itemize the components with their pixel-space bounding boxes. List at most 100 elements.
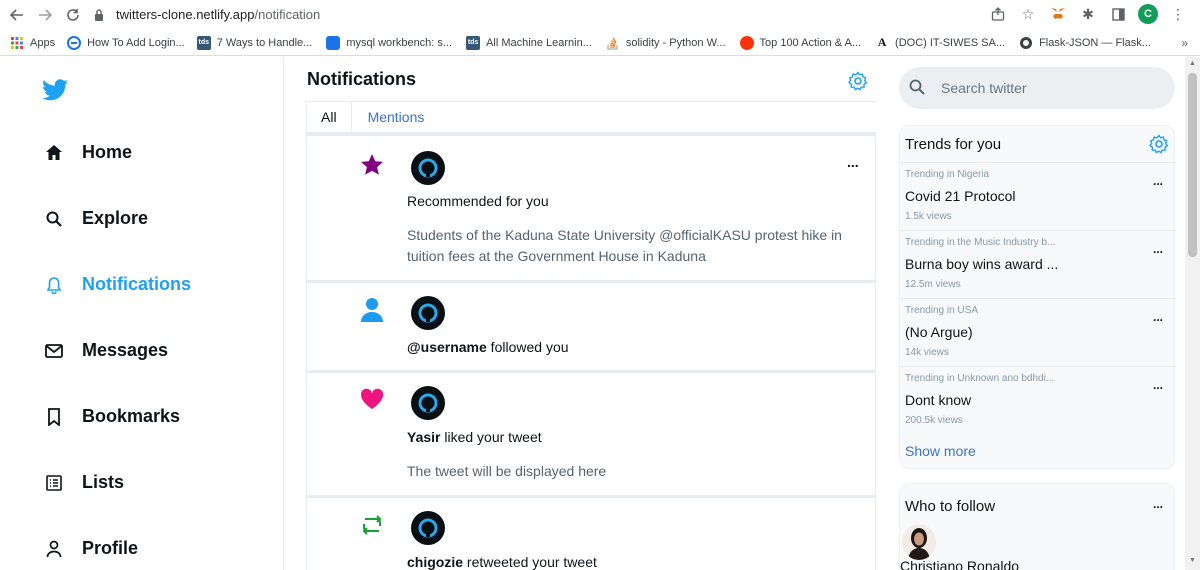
toolbar-actions: ☆ ✱ C ⋮ bbox=[988, 4, 1200, 24]
trends-settings-gear-icon[interactable] bbox=[1149, 134, 1169, 154]
mysql-favicon-icon bbox=[326, 35, 341, 50]
scroll-down-arrow-icon[interactable]: ▼ bbox=[1188, 557, 1197, 566]
avatar[interactable] bbox=[902, 524, 936, 560]
sidebar-item-profile[interactable]: Profile bbox=[44, 538, 138, 559]
right-column: Search twitter Trends for you Trending i… bbox=[899, 57, 1176, 570]
sidebar-item-notifications[interactable]: Notifications bbox=[44, 274, 191, 295]
avatar[interactable] bbox=[411, 511, 445, 545]
trend-more-button[interactable]: ... bbox=[1153, 378, 1163, 392]
notification-tabs: All Mentions bbox=[306, 101, 876, 134]
trend-more-button[interactable]: ... bbox=[1153, 242, 1163, 256]
person-icon bbox=[359, 297, 385, 323]
bookmark-top-100-action[interactable]: Top 100 Action & A... bbox=[739, 35, 861, 50]
show-more-link[interactable]: Show more bbox=[905, 443, 976, 459]
academia-favicon-icon: A bbox=[877, 35, 887, 49]
notification-text: Recommended for you bbox=[407, 193, 549, 209]
bookmark-apps[interactable]: Apps bbox=[10, 36, 55, 50]
twitter-logo-icon[interactable] bbox=[42, 79, 68, 101]
heart-icon bbox=[359, 386, 385, 412]
settings-gear-icon[interactable] bbox=[848, 71, 868, 91]
trend-item[interactable]: Trending in Unknown ano bdhdi... Dont kn… bbox=[900, 366, 1176, 434]
trend-context: Trending in the Music Industry b... bbox=[905, 237, 1056, 248]
who-to-follow-title: Who to follow bbox=[905, 498, 996, 515]
sidebar-item-lists[interactable]: Lists bbox=[44, 472, 124, 493]
scrollbar-thumb[interactable] bbox=[1188, 73, 1197, 257]
url-path: /notification bbox=[254, 7, 321, 22]
sidebar-item-label: Explore bbox=[82, 208, 149, 228]
trend-name: Dont know bbox=[905, 392, 972, 408]
username[interactable]: Yasir bbox=[407, 429, 440, 445]
avatar[interactable] bbox=[411, 296, 445, 330]
notification-item[interactable]: Recommended for you Students of the Kadu… bbox=[306, 134, 876, 281]
bookmark-solidity-python[interactable]: solidity - Python W... bbox=[606, 36, 726, 50]
avatar[interactable] bbox=[411, 151, 445, 185]
bookmark-how-to-add-login[interactable]: How To Add Login... bbox=[67, 35, 185, 50]
bookmark-7-ways[interactable]: tds 7 Ways to Handle... bbox=[196, 35, 312, 50]
sidebar-item-explore[interactable]: Explore bbox=[44, 208, 148, 229]
tab-all[interactable]: All bbox=[306, 102, 352, 133]
search-input[interactable]: Search twitter bbox=[899, 67, 1175, 109]
notification-item[interactable]: Yasir liked your tweet The tweet will be… bbox=[306, 371, 876, 496]
more-bookmarks-button[interactable]: » bbox=[1181, 36, 1188, 50]
trend-item[interactable]: Trending in Nigeria Covid 21 Protocol 1.… bbox=[900, 162, 1176, 230]
profile-avatar[interactable]: C bbox=[1138, 4, 1158, 24]
more-options-button[interactable]: ... bbox=[847, 154, 859, 170]
star-bookmark-icon[interactable]: ☆ bbox=[1018, 4, 1038, 24]
trend-more-button[interactable]: ... bbox=[1153, 174, 1163, 188]
follow-more-button[interactable]: ... bbox=[1153, 497, 1163, 511]
bookmark-favicon-icon bbox=[67, 35, 82, 50]
tab-mentions[interactable]: Mentions bbox=[352, 102, 435, 133]
suggested-user-name[interactable]: Christiano Ronaldo bbox=[900, 558, 1019, 570]
search-placeholder: Search twitter bbox=[941, 80, 1027, 96]
trend-item[interactable]: Trending in USA (No Argue) 14k views ... bbox=[900, 298, 1176, 366]
search-icon bbox=[44, 209, 64, 229]
trend-views: 14k views bbox=[905, 347, 949, 358]
flask-favicon-icon bbox=[1019, 36, 1033, 50]
notification-text: Yasir liked your tweet bbox=[407, 429, 542, 445]
avatar[interactable] bbox=[411, 386, 445, 420]
notification-text: chigozie retweeted your tweet bbox=[407, 554, 597, 570]
sidebar-item-label: Messages bbox=[82, 340, 169, 360]
bookmark-it-siwes[interactable]: A (DOC) IT-SIWES SA... bbox=[875, 35, 1005, 50]
sidebar-item-messages[interactable]: Messages bbox=[44, 340, 168, 361]
scroll-up-arrow-icon[interactable]: ▲ bbox=[1188, 60, 1197, 69]
sidebar-item-home[interactable]: Home bbox=[44, 142, 132, 163]
extensions-puzzle-icon[interactable]: ✱ bbox=[1078, 4, 1098, 24]
page-scrollbar[interactable]: ▲ ▼ bbox=[1185, 57, 1200, 570]
page-title: Notifications bbox=[307, 69, 417, 89]
trend-views: 12.5m views bbox=[905, 279, 961, 290]
trend-views: 1.5k views bbox=[905, 211, 952, 222]
username[interactable]: chigozie bbox=[407, 554, 463, 570]
metamask-extension-icon[interactable] bbox=[1048, 4, 1068, 24]
sidebar-item-label: Profile bbox=[82, 538, 139, 558]
address-bar[interactable]: twitters-clone.netlify.app/notification bbox=[92, 3, 1102, 26]
who-to-follow-panel: Who to follow ... Christiano Ronaldo bbox=[899, 483, 1175, 570]
username[interactable]: @username bbox=[407, 339, 487, 355]
star-icon bbox=[359, 152, 385, 178]
trends-title: Trends for you bbox=[905, 136, 1002, 153]
sidebar-item-label: Notifications bbox=[82, 274, 192, 294]
bookmark-machine-learning[interactable]: tds All Machine Learnin... bbox=[466, 35, 592, 50]
reload-icon[interactable] bbox=[62, 4, 84, 26]
kebab-menu-icon[interactable]: ⋮ bbox=[1168, 4, 1188, 24]
side-panel-icon[interactable] bbox=[1108, 4, 1128, 24]
notification-item[interactable]: @username followed you bbox=[306, 281, 876, 371]
trend-name: (No Argue) bbox=[905, 324, 973, 340]
trend-name: Covid 21 Protocol bbox=[905, 188, 1016, 204]
share-icon[interactable] bbox=[988, 4, 1008, 24]
notification-item[interactable]: chigozie retweeted your tweet bbox=[306, 496, 876, 570]
back-arrow-icon[interactable] bbox=[6, 4, 28, 26]
bookmark-flask-json[interactable]: Flask-JSON — Flask... bbox=[1019, 36, 1151, 50]
trend-context: Trending in Nigeria bbox=[905, 169, 990, 180]
browser-toolbar: twitters-clone.netlify.app/notification … bbox=[0, 0, 1200, 30]
sidebar-item-label: Home bbox=[82, 142, 133, 162]
tomato-favicon-icon bbox=[739, 35, 754, 50]
bookmark-mysql-workbench[interactable]: mysql workbench: s... bbox=[326, 35, 452, 50]
sidebar-item-bookmarks[interactable]: Bookmarks bbox=[44, 406, 180, 427]
trend-context: Trending in USA bbox=[905, 305, 978, 316]
apps-grid-icon bbox=[10, 36, 24, 50]
trend-context: Trending in Unknown ano bdhdi... bbox=[905, 373, 1055, 384]
trend-item[interactable]: Trending in the Music Industry b... Burn… bbox=[900, 230, 1176, 298]
trend-more-button[interactable]: ... bbox=[1153, 310, 1163, 324]
forward-arrow-icon[interactable] bbox=[34, 4, 56, 26]
